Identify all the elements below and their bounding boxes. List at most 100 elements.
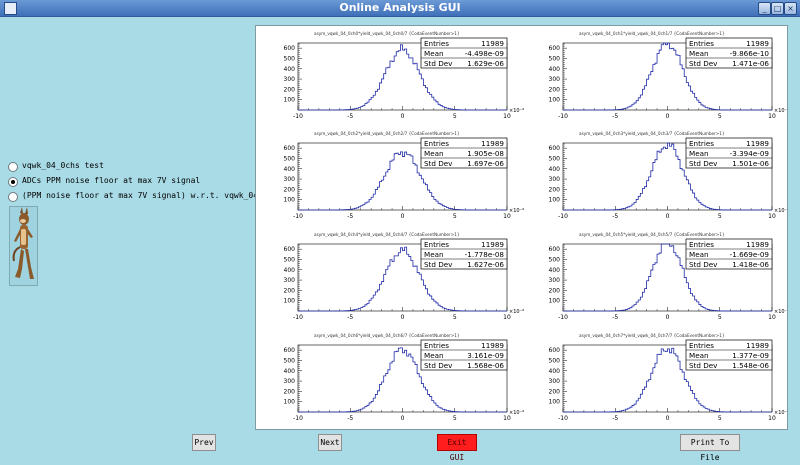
stats-mean-value: -1.669e-09 bbox=[730, 250, 770, 259]
histogram-panel[interactable]: asym_vqwk_04_0ch6*yield_vqwk_04_0ch6/7 {… bbox=[284, 333, 525, 422]
y-tick-label: 200 bbox=[284, 388, 296, 395]
x-tick-label: 5 bbox=[453, 415, 457, 422]
x-exponent-label: ×10⁻⁶ bbox=[774, 108, 787, 114]
y-tick-label: 600 bbox=[549, 145, 561, 152]
histogram-panel[interactable]: asym_vqwk_04_0ch0*yield_vqwk_04_0ch0/7 {… bbox=[284, 31, 525, 120]
stats-entries-label: Entries bbox=[689, 240, 714, 249]
histogram-panel[interactable]: asym_vqwk_04_0ch5*yield_vqwk_04_0ch5/7 {… bbox=[549, 232, 790, 321]
minimize-button[interactable]: _ bbox=[758, 2, 771, 15]
x-tick-label: 5 bbox=[718, 213, 722, 220]
histogram-panel[interactable]: asym_vqwk_04_0ch7*yield_vqwk_04_0ch7/7 {… bbox=[549, 333, 790, 422]
y-tick-label: 100 bbox=[284, 97, 296, 104]
y-tick-label: 500 bbox=[284, 155, 296, 162]
stats-entries-value: 11989 bbox=[746, 240, 769, 249]
stats-std-dev-label: Std Dev bbox=[689, 159, 718, 168]
stats-entries-label: Entries bbox=[689, 39, 714, 48]
y-tick-label: 500 bbox=[284, 256, 296, 263]
stats-std-dev-value: 1.501e-06 bbox=[732, 159, 769, 168]
y-tick-label: 300 bbox=[549, 176, 561, 183]
y-tick-label: 400 bbox=[549, 66, 561, 73]
histogram-grid: asym_vqwk_04_0ch0*yield_vqwk_04_0ch0/7 {… bbox=[284, 31, 790, 422]
x-exponent-label: ×10⁻⁶ bbox=[509, 208, 524, 214]
maximize-button[interactable]: □ bbox=[771, 2, 784, 15]
stats-std-dev-label: Std Dev bbox=[424, 159, 453, 168]
coyote-icon bbox=[12, 207, 34, 279]
y-tick-label: 600 bbox=[284, 145, 296, 152]
histogram-title: asym_vqwk_04_0ch4*yield_vqwk_04_0ch4/7 {… bbox=[314, 232, 460, 237]
stats-std-dev-value: 1.548e-06 bbox=[732, 361, 769, 370]
x-tick-label: -10 bbox=[558, 415, 568, 422]
x-tick-label: -5 bbox=[612, 113, 618, 120]
radio-button[interactable] bbox=[8, 192, 18, 202]
plot-canvas[interactable]: asym_vqwk_04_0ch0*yield_vqwk_04_0ch0/7 {… bbox=[255, 25, 790, 430]
y-tick-label: 600 bbox=[549, 347, 561, 354]
stats-entries-value: 11989 bbox=[746, 39, 769, 48]
radio-button[interactable] bbox=[8, 162, 18, 172]
stats-std-dev-label: Std Dev bbox=[689, 361, 718, 370]
x-tick-label: 10 bbox=[768, 213, 776, 220]
y-tick-label: 500 bbox=[549, 256, 561, 263]
stats-entries-value: 11989 bbox=[481, 240, 504, 249]
stats-entries-label: Entries bbox=[424, 341, 449, 350]
histogram-panel[interactable]: asym_vqwk_04_0ch4*yield_vqwk_04_0ch4/7 {… bbox=[284, 232, 525, 321]
histogram-panel[interactable]: asym_vqwk_04_0ch2*yield_vqwk_04_0ch2/7 {… bbox=[284, 131, 525, 220]
y-tick-label: 400 bbox=[549, 368, 561, 375]
prev-button[interactable]: Prev bbox=[192, 434, 216, 451]
x-tick-label: 0 bbox=[401, 113, 405, 120]
x-tick-label: -5 bbox=[612, 415, 618, 422]
stats-mean-value: -4.498e-09 bbox=[465, 49, 505, 58]
x-tick-label: -10 bbox=[558, 314, 568, 321]
y-tick-label: 500 bbox=[549, 155, 561, 162]
x-tick-label: 0 bbox=[401, 213, 405, 220]
stats-std-dev-value: 1.471e-06 bbox=[732, 59, 769, 68]
option-label: ADCs PPM noise floor at max 7V signal bbox=[22, 176, 201, 185]
stats-entries-label: Entries bbox=[424, 139, 449, 148]
y-tick-label: 400 bbox=[284, 368, 296, 375]
y-tick-label: 200 bbox=[284, 86, 296, 93]
x-tick-label: 5 bbox=[718, 314, 722, 321]
stats-entries-label: Entries bbox=[424, 39, 449, 48]
x-tick-label: 10 bbox=[768, 113, 776, 120]
radio-button[interactable] bbox=[8, 177, 18, 187]
x-tick-label: 0 bbox=[666, 213, 670, 220]
stats-std-dev-label: Std Dev bbox=[689, 59, 718, 68]
option-vqwk-test[interactable]: vqwk_04_0chs test bbox=[8, 160, 228, 174]
y-tick-label: 300 bbox=[284, 76, 296, 83]
histogram-panel[interactable]: asym_vqwk_04_0ch3*yield_vqwk_04_0ch3/7 {… bbox=[549, 131, 790, 220]
y-tick-label: 300 bbox=[549, 277, 561, 284]
x-tick-label: -10 bbox=[558, 113, 568, 120]
option-adc-noise-floor[interactable]: ADCs PPM noise floor at max 7V signal bbox=[8, 175, 243, 189]
stats-std-dev-value: 1.418e-06 bbox=[732, 260, 769, 269]
histogram-panel[interactable]: asym_vqwk_04_0ch1*yield_vqwk_04_0ch1/7 {… bbox=[549, 31, 790, 120]
x-tick-label: 0 bbox=[401, 415, 405, 422]
y-tick-label: 200 bbox=[284, 287, 296, 294]
next-button[interactable]: Next bbox=[318, 434, 342, 451]
x-tick-label: 10 bbox=[503, 415, 511, 422]
x-tick-label: 5 bbox=[453, 314, 457, 321]
y-tick-label: 100 bbox=[284, 197, 296, 204]
y-tick-label: 500 bbox=[549, 55, 561, 62]
y-tick-label: 400 bbox=[549, 166, 561, 173]
y-tick-label: 200 bbox=[549, 86, 561, 93]
stats-std-dev-label: Std Dev bbox=[424, 361, 453, 370]
stats-std-dev-label: Std Dev bbox=[424, 260, 453, 269]
option-noise-floor-relative[interactable]: (PPM noise floor at max 7V signal) w.r.t… bbox=[8, 190, 287, 204]
y-tick-label: 600 bbox=[284, 45, 296, 52]
y-tick-label: 200 bbox=[284, 186, 296, 193]
stats-std-dev-label: Std Dev bbox=[424, 59, 453, 68]
exit-gui-button[interactable]: Exit GUI bbox=[437, 434, 477, 462]
y-tick-label: 600 bbox=[284, 246, 296, 253]
stats-std-dev-label: Std Dev bbox=[689, 260, 718, 269]
stats-mean-label: Mean bbox=[424, 49, 444, 58]
y-tick-label: 200 bbox=[549, 186, 561, 193]
close-button[interactable]: × bbox=[784, 2, 797, 15]
option-label: vqwk_04_0chs test bbox=[22, 161, 104, 170]
y-tick-label: 300 bbox=[549, 76, 561, 83]
x-tick-label: -10 bbox=[293, 415, 303, 422]
stats-mean-value: -3.394e-09 bbox=[730, 149, 770, 158]
x-tick-label: 5 bbox=[718, 113, 722, 120]
histogram-title: asym_vqwk_04_0ch7*yield_vqwk_04_0ch7/7 {… bbox=[579, 333, 725, 338]
x-tick-label: 5 bbox=[718, 415, 722, 422]
stats-std-dev-value: 1.629e-06 bbox=[467, 59, 504, 68]
print-to-file-button[interactable]: Print To File bbox=[680, 434, 740, 462]
